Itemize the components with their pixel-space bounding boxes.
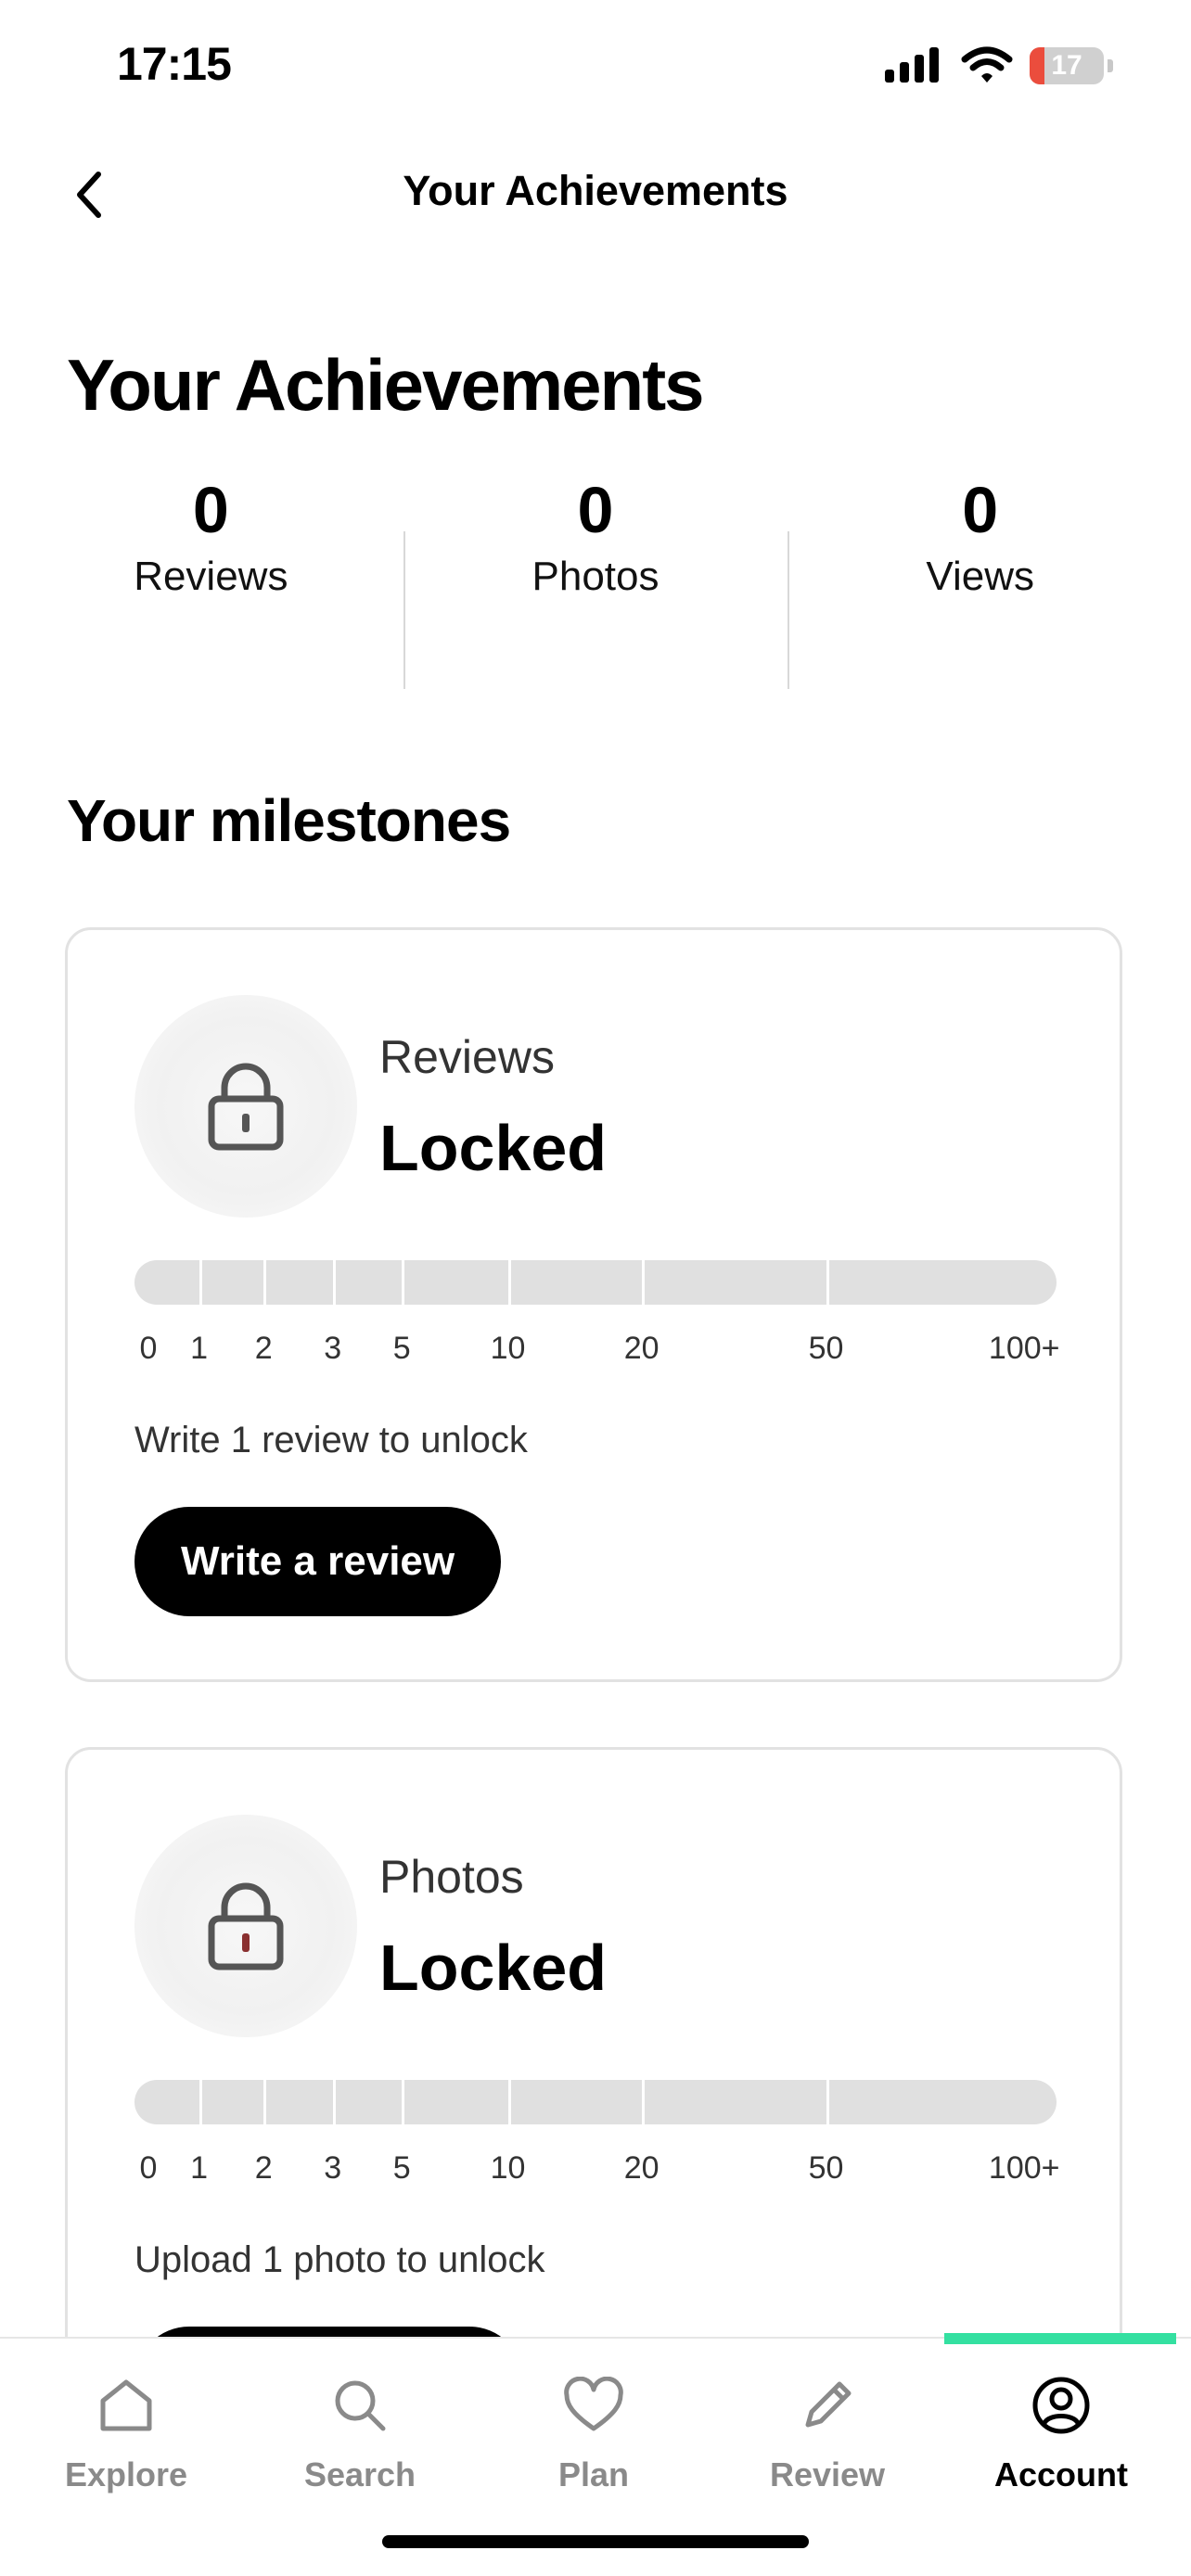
progress-tick — [263, 1260, 267, 1305]
tab-account[interactable]: Account — [968, 2370, 1154, 2494]
tab-explore[interactable]: Explore — [33, 2370, 219, 2494]
tab-plan[interactable]: Plan — [501, 2370, 686, 2494]
stat-label: Views — [926, 554, 1034, 599]
tab-review[interactable]: Review — [735, 2370, 920, 2494]
milestone-progress-bar — [134, 2080, 1057, 2124]
milestones-title: Your milestones — [67, 787, 511, 854]
progress-tick — [332, 2080, 336, 2124]
lock-icon — [208, 1063, 284, 1151]
tab-search[interactable]: Search — [267, 2370, 453, 2494]
signal-icon — [885, 47, 939, 83]
progress-tick — [402, 1260, 405, 1305]
battery-level: 17 — [1051, 50, 1082, 81]
milestone-kind: Photos — [379, 1851, 524, 1903]
progress-tick — [263, 2080, 267, 2124]
write-review-button[interactable]: Write a review — [134, 1507, 502, 1616]
milestone-badge — [134, 995, 357, 1218]
pencil-icon — [805, 2381, 852, 2428]
nav-title: Your Achievements — [403, 167, 788, 214]
progress-tick-label: 5 — [392, 2150, 411, 2186]
stat-value: 0 — [192, 474, 229, 546]
heart-icon — [564, 2377, 623, 2431]
progress-tick — [198, 2080, 202, 2124]
progress-tick — [332, 1260, 336, 1305]
progress-tick — [507, 1260, 511, 1305]
stat-label: Reviews — [134, 554, 288, 599]
stat-value: 0 — [577, 474, 614, 546]
progress-tick-label: 20 — [623, 2150, 660, 2186]
progress-tick-label: 10 — [490, 1331, 526, 1366]
milestone-card-reviews: Reviews Locked 0 1 2 3 5 10 20 50 100+ Write 1 r… — [65, 927, 1122, 1682]
milestone-status: Locked — [379, 1932, 608, 2004]
stat-photos: 0 Photos — [403, 468, 788, 691]
progress-tick — [641, 1260, 645, 1305]
account-icon — [1032, 2377, 1090, 2434]
progress-tick — [402, 2080, 405, 2124]
home-icon — [100, 2379, 152, 2431]
lock-icon — [208, 1882, 284, 1970]
progress-tick-label: 2 — [254, 2150, 273, 2186]
progress-tick — [826, 1260, 829, 1305]
progress-tick-label: 0 — [139, 1331, 158, 1366]
progress-tick-label: 10 — [490, 2150, 526, 2186]
status-time: 17:15 — [117, 38, 232, 90]
milestone-status: Locked — [379, 1112, 608, 1184]
stat-reviews: 0 Reviews — [19, 468, 403, 691]
stat-label: Photos — [531, 554, 660, 599]
battery-icon: 17 — [1030, 47, 1104, 84]
progress-tick-label: 2 — [254, 1331, 273, 1366]
tab-label: Explore — [64, 2455, 188, 2493]
page-title: Your Achievements — [67, 344, 705, 426]
progress-tick-label: 1 — [190, 1331, 209, 1366]
progress-tick-label: 100+ — [988, 2150, 1060, 2186]
progress-tick-label: 0 — [139, 2150, 158, 2186]
progress-tick — [507, 2080, 511, 2124]
stat-views: 0 Views — [788, 468, 1172, 691]
tab-label: Account — [994, 2455, 1128, 2493]
nav-header: Your Achievements — [0, 139, 1191, 250]
unlock-hint: Upload 1 photo to unlock — [134, 2239, 545, 2280]
progress-tick — [198, 1260, 202, 1305]
progress-tick — [641, 2080, 645, 2124]
search-icon — [335, 2380, 386, 2431]
progress-tick-label: 5 — [392, 1331, 411, 1366]
tab-label: Search — [303, 2455, 416, 2493]
wifi-icon — [961, 46, 1013, 83]
progress-tick-label: 3 — [324, 1331, 342, 1366]
milestone-badge — [134, 1815, 357, 2037]
progress-tick-label: 1 — [190, 2150, 209, 2186]
milestone-tick-labels: 0 1 2 3 5 10 20 50 100+ — [134, 2150, 1060, 2197]
active-tab-indicator — [944, 2333, 1176, 2344]
progress-tick-label: 3 — [324, 2150, 342, 2186]
tab-label: Review — [769, 2455, 886, 2493]
progress-tick-label: 50 — [808, 1331, 844, 1366]
milestone-progress-bar — [134, 1260, 1057, 1305]
progress-tick-label: 50 — [808, 2150, 844, 2186]
unlock-hint: Write 1 review to unlock — [134, 1420, 528, 1460]
progress-tick-label: 20 — [623, 1331, 660, 1366]
progress-tick-label: 100+ — [988, 1331, 1060, 1366]
home-indicator — [382, 2535, 809, 2548]
tab-label: Plan — [557, 2455, 630, 2493]
milestone-kind: Reviews — [379, 1031, 555, 1083]
milestone-tick-labels: 0 1 2 3 5 10 20 50 100+ — [134, 1331, 1060, 1377]
achievement-stats: 0 Reviews 0 Photos 0 Views — [19, 468, 1172, 691]
stat-value: 0 — [962, 474, 999, 546]
status-bar: 17:15 17 — [0, 0, 1191, 139]
status-icons: 17 — [885, 46, 1113, 85]
progress-tick — [826, 2080, 829, 2124]
